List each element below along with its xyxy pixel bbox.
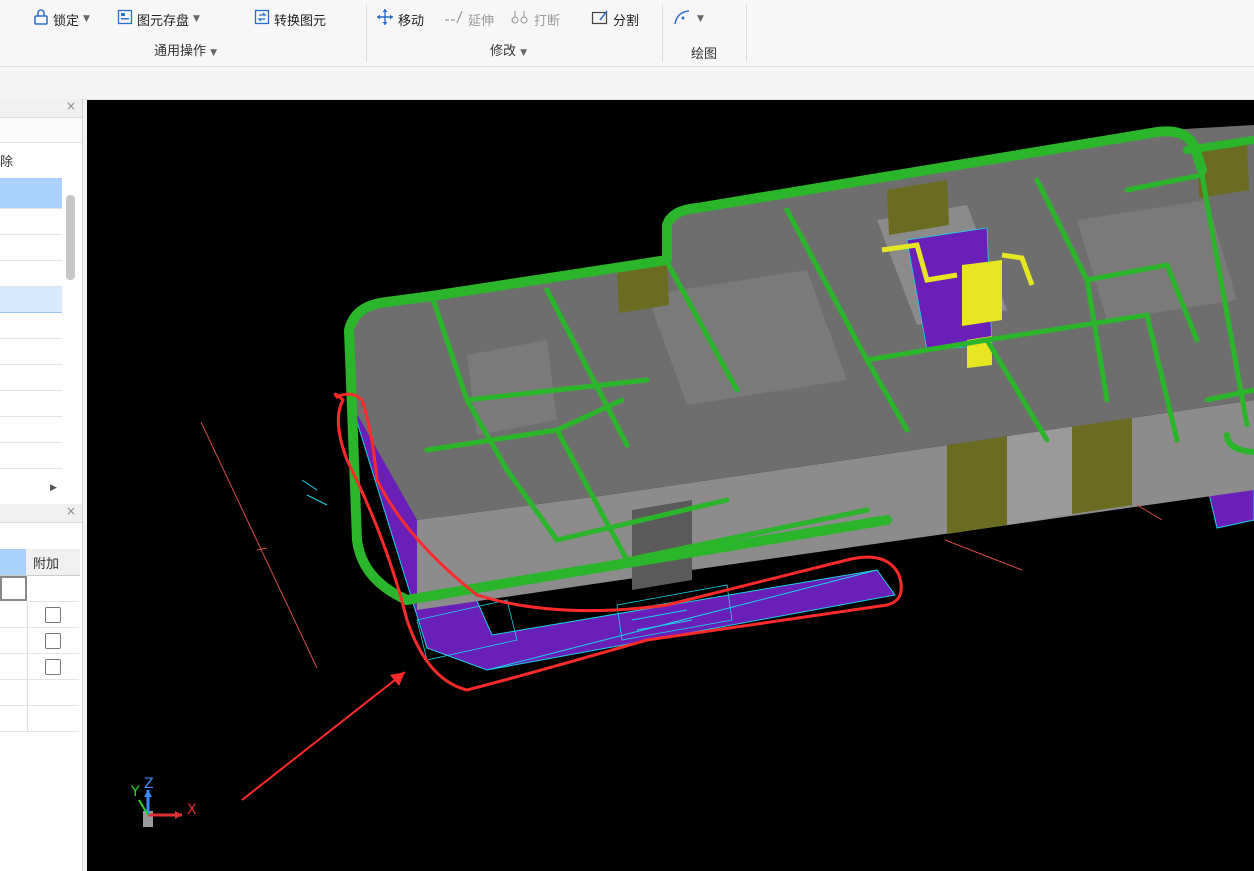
split-label: 分割 [613,13,640,29]
list-item[interactable] [0,209,62,235]
annotation-arrow [241,671,406,801]
ribbon-separator [366,4,367,62]
convert-elements-label: 转换图元 [274,13,327,29]
panel-header: × [0,504,82,523]
grid-header-selected [0,549,26,575]
dimension-line [944,539,1023,571]
yellow-wall [947,436,1007,534]
grid-cell[interactable] [0,706,28,732]
list-item[interactable] [0,443,62,469]
save-elements-label: 图元存盘 [137,13,190,29]
grid-cell[interactable] [28,654,79,680]
save-elements-button[interactable]: 图元存盘 ▼ [117,8,200,30]
modify-group[interactable]: 修改 ▼ [490,40,527,59]
list-item[interactable] [0,313,62,339]
grid-cell[interactable] [0,680,28,706]
break-label: 打断 [534,13,561,29]
panel-subheader [0,118,82,143]
ribbon-toolbar: 锁定 ▼ 图元存盘 ▼ 转换图元 通用操作 ▼ 移动 延伸 打断 分割 修改 ▼… [0,0,1254,67]
list-item[interactable] [0,417,62,443]
extra-checkbox[interactable] [45,659,61,675]
dimension-tick [256,547,268,551]
axis-x-label: X [187,802,197,818]
lock-icon [33,9,49,29]
panel-partial-text: 除 [0,155,14,170]
axis-gizmo [138,790,182,827]
lock-button[interactable]: 锁定 ▼ [33,8,90,30]
convert-elements-icon [254,9,270,29]
close-icon[interactable]: × [66,504,76,518]
ribbon-separator [662,4,663,62]
wall-segment [1007,425,1072,525]
chevron-down-icon: ▼ [210,48,218,58]
grid-cell[interactable] [0,654,28,680]
extra-checkbox[interactable] [45,633,61,649]
sub-toolbar [0,67,1254,100]
general-ops-group[interactable]: 通用操作 ▼ [154,40,217,59]
close-icon[interactable]: × [66,99,76,113]
break-icon [510,9,530,29]
arrow-head [390,672,405,686]
dimension-line [200,421,318,669]
list-item[interactable] [0,235,62,261]
yellow-element [962,260,1002,326]
extra-checkbox[interactable] [45,607,61,623]
grid-cell[interactable] [0,576,27,601]
grid-cell[interactable] [28,576,79,602]
grid-cell[interactable] [28,680,79,706]
vertical-scrollbar[interactable] [66,195,75,280]
list-item[interactable] [0,287,62,313]
axis-y-label: Y [131,784,140,800]
list-item[interactable] [0,391,62,417]
chevron-down-icon: ▼ [520,48,528,58]
yellow-wall [1072,416,1132,514]
extend-button[interactable]: 延伸 [444,8,494,30]
general-ops-label: 通用操作 [154,44,207,59]
break-button[interactable]: 打断 [510,8,560,30]
panel-header: × [0,99,82,118]
column-header-extra: 附加 [33,557,60,572]
dimension-line [1136,504,1163,521]
3d-viewport[interactable]: X Y Z [87,100,1254,871]
arc-icon [673,8,693,30]
draw-group-label: 绘图 [691,47,718,62]
move-label: 移动 [398,13,425,29]
grid-cell[interactable] [0,628,28,654]
chevron-down-icon: ▼ [697,14,704,24]
convert-elements-button[interactable]: 转换图元 [254,8,326,30]
split-icon [591,9,609,29]
chevron-down-icon: ▼ [193,14,200,24]
chevron-right-icon[interactable]: ▶ [50,483,57,493]
arc-draw-button[interactable]: ▼ [673,8,704,30]
list-item[interactable] [0,365,62,391]
grid-cell[interactable] [28,628,79,654]
ribbon-separator [746,4,747,62]
left-panel: × 除 ▶ × 附加 [0,99,83,871]
modify-label: 修改 [490,44,517,59]
move-icon [376,8,394,30]
save-elements-icon [117,9,133,29]
axis-z-label: Z [144,776,154,792]
grid-cell[interactable] [28,706,79,732]
extend-label: 延伸 [468,13,495,29]
chevron-down-icon: ▼ [83,14,90,24]
lock-label: 锁定 [53,13,80,29]
annotation-text-mark [301,479,328,506]
split-button[interactable]: 分割 [591,8,639,30]
move-button[interactable]: 移动 [376,8,424,30]
grid-cell[interactable] [28,602,79,628]
grid-header: 附加 [0,549,80,576]
list-item[interactable] [0,339,62,365]
extend-icon [444,9,464,29]
list-item[interactable] [0,261,62,287]
list-item[interactable] [0,178,62,209]
grid-cell[interactable] [0,602,28,628]
model-render [138,125,1254,827]
